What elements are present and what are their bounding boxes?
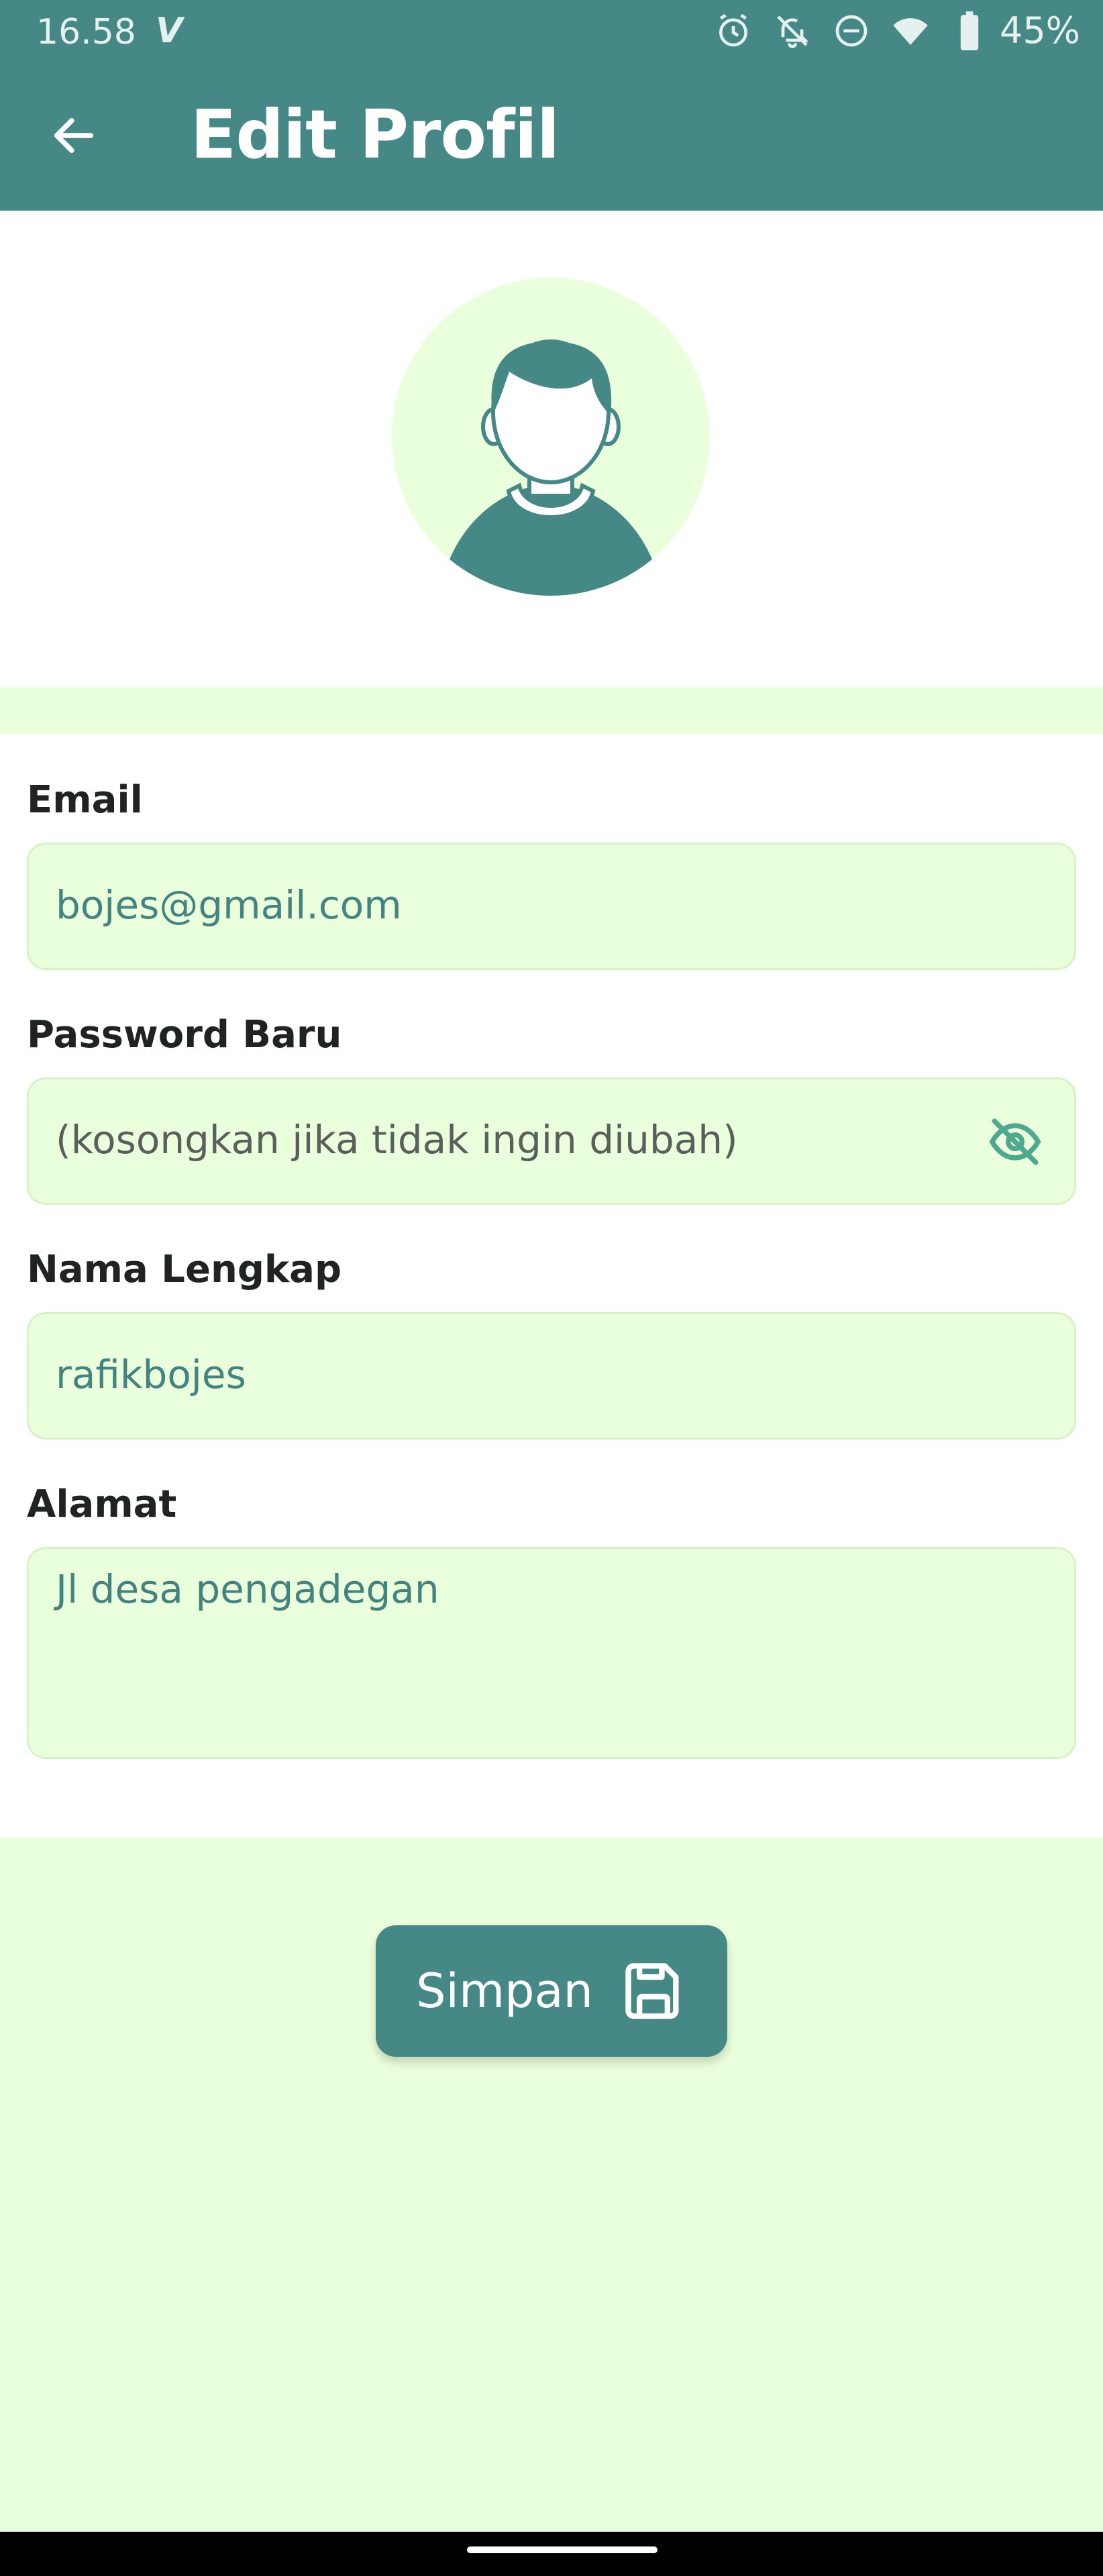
back-button[interactable] xyxy=(42,103,106,168)
full-name-field[interactable]: rafikbojes xyxy=(27,1312,1076,1440)
arrow-back-icon xyxy=(54,118,94,153)
carrier-logo: V xyxy=(156,11,183,51)
app-bar: 16.58 V 45% Edit Profil xyxy=(0,0,1103,211)
avatar-section xyxy=(0,211,1103,687)
save-icon xyxy=(625,1963,679,2019)
email-value: bojes@gmail.com xyxy=(56,882,402,928)
battery-icon xyxy=(949,10,990,52)
home-gesture-handle[interactable] xyxy=(467,2546,658,2553)
wifi-icon xyxy=(890,10,931,52)
save-button[interactable]: Simpan xyxy=(376,1925,727,2057)
status-bar: 16.58 V 45% xyxy=(0,0,1103,67)
alarm-icon xyxy=(713,10,754,52)
password-placeholder: (kosongkan jika tidak ingin diubah) xyxy=(56,1117,738,1163)
do-not-disturb-icon xyxy=(831,10,872,52)
save-label: Simpan xyxy=(416,1964,593,2019)
toggle-password-visibility-button[interactable] xyxy=(983,1112,1047,1172)
battery-percent: 45% xyxy=(999,9,1080,52)
user-avatar-icon[interactable] xyxy=(392,278,710,596)
notifications-off-icon xyxy=(772,10,813,52)
status-time: 16.58 xyxy=(36,12,136,52)
password-field[interactable]: (kosongkan jika tidak ingin diubah) xyxy=(27,1077,1076,1205)
email-label: Email xyxy=(27,778,143,822)
page-title: Edit Profil xyxy=(191,95,560,174)
address-label: Alamat xyxy=(27,1483,177,1526)
full-name-label: Nama Lengkap xyxy=(27,1248,342,1291)
full-name-value: rafikbojes xyxy=(56,1352,246,1397)
email-field[interactable]: bojes@gmail.com xyxy=(27,843,1076,970)
profile-form: Email bojes@gmail.com Password Baru (kos… xyxy=(0,734,1103,1838)
address-value: Jl desa pengadegan xyxy=(56,1566,439,1612)
status-icons: 45% xyxy=(695,9,1080,52)
visibility-off-icon xyxy=(989,1118,1041,1165)
system-navigation-bar xyxy=(0,2532,1103,2576)
address-field[interactable]: Jl desa pengadegan xyxy=(27,1547,1076,1759)
password-label: Password Baru xyxy=(27,1013,342,1057)
